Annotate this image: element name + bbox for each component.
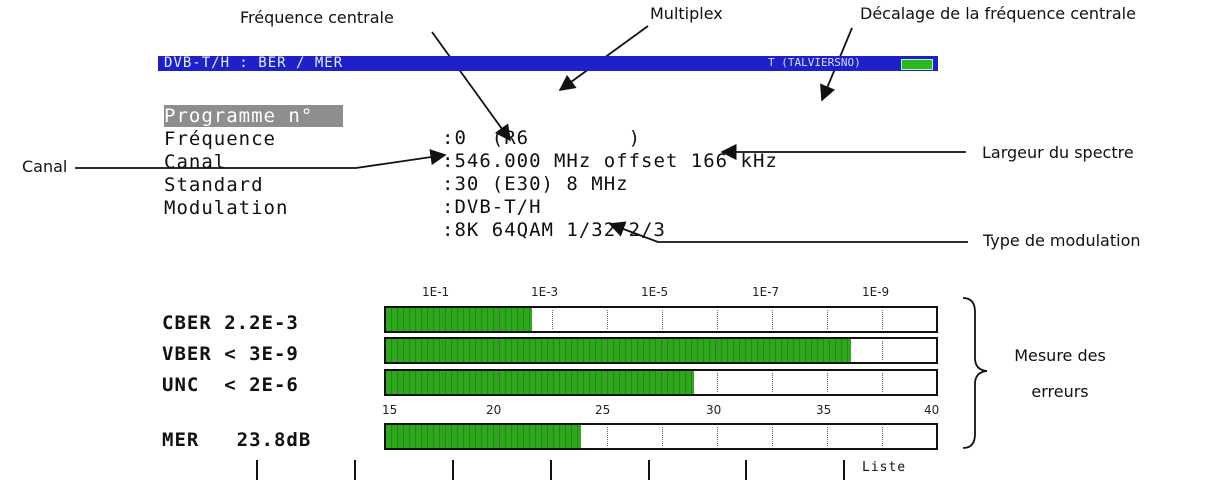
bar-tick — [552, 373, 554, 392]
bar-tick — [827, 373, 829, 392]
ber-scale-1e-1: 1E-1 — [422, 285, 450, 299]
bar-tick — [442, 373, 444, 392]
field-canal[interactable]: Canal :30 (E30) 8 MHz — [158, 129, 628, 195]
ber-scale-1e-7: 1E-7 — [752, 285, 780, 299]
bar-tick — [772, 427, 774, 446]
bar-tick — [497, 310, 499, 329]
bar-tick — [662, 310, 664, 329]
field-label: Modulation — [164, 197, 289, 219]
label-frequence-centrale: Fréquence centrale — [240, 8, 394, 27]
bar-tick — [827, 310, 829, 329]
ber-scale-1e-5: 1E-5 — [641, 285, 669, 299]
mer-scale-15: 15 — [382, 403, 398, 417]
unc-bar — [384, 369, 938, 396]
softkey-separator — [843, 460, 845, 480]
bar-tick — [552, 427, 554, 446]
mer-label: MER 23.8dB — [162, 429, 312, 451]
unc-bar-fill — [386, 371, 694, 394]
cber-label: CBER 2.2E-3 — [162, 312, 299, 334]
bar-tick — [662, 341, 664, 360]
bar-tick — [442, 427, 444, 446]
brace-mesure — [962, 297, 988, 449]
bar-tick — [552, 341, 554, 360]
bar-tick — [552, 310, 554, 329]
mer-scale-20: 20 — [486, 403, 502, 417]
field-standard[interactable]: Standard :DVB-T/H — [158, 152, 541, 218]
cber-bar-fill — [386, 308, 532, 331]
arrow-canal — [75, 149, 447, 169]
mer-bar — [384, 423, 938, 450]
bar-tick — [717, 310, 719, 329]
cber-bar — [384, 306, 938, 333]
field-value: :546.000 MHz offset 166 kHz — [442, 150, 778, 172]
bar-tick — [607, 341, 609, 360]
bar-tick — [497, 427, 499, 446]
unc-label: UNC < 2E-6 — [162, 374, 299, 396]
label-multiplex: Multiplex — [650, 4, 723, 23]
bar-tick — [497, 341, 499, 360]
mer-scale-30: 30 — [706, 403, 722, 417]
softkey-separator — [256, 460, 258, 480]
bar-tick — [827, 427, 829, 446]
bar-tick — [607, 373, 609, 392]
vber-bar — [384, 337, 938, 364]
bar-tick — [442, 341, 444, 360]
mer-scale-35: 35 — [816, 403, 832, 417]
bar-tick — [882, 427, 884, 446]
bar-tick — [497, 373, 499, 392]
bar-tick — [442, 310, 444, 329]
label-largeur-spectre: Largeur du spectre — [982, 143, 1134, 162]
bar-tick — [827, 341, 829, 360]
screen-header-right: T (TALVIERSNO) — [768, 56, 861, 69]
label-mesure-line2: erreurs — [1031, 382, 1089, 401]
bar-tick — [882, 341, 884, 360]
label-type-modulation: Type de modulation — [983, 231, 1141, 250]
battery-icon — [901, 59, 933, 70]
bar-tick — [662, 427, 664, 446]
label-decalage: Décalage de la fréquence centrale — [860, 4, 1136, 23]
softkey-separator — [745, 460, 747, 480]
softkey-separator — [550, 460, 552, 480]
bar-tick — [717, 341, 719, 360]
softkey-separator — [452, 460, 454, 480]
bar-tick — [772, 373, 774, 392]
bar-tick — [607, 310, 609, 329]
vber-bar-fill — [386, 339, 851, 362]
label-mesure-line1: Mesure des — [1014, 346, 1106, 365]
field-value: :DVB-T/H — [442, 196, 542, 218]
bar-tick — [717, 373, 719, 392]
arrow-frequence-centrale — [431, 31, 511, 142]
field-value: :0 (R6 ) — [442, 127, 642, 149]
mer-scale-25: 25 — [595, 403, 611, 417]
bar-tick — [717, 427, 719, 446]
bar-tick — [772, 310, 774, 329]
softkey-liste[interactable]: Liste — [862, 460, 906, 475]
field-frequence[interactable]: Fréquence :546.000 MHz offset 166 kHz — [158, 106, 777, 172]
screen-title: DVB-T/H : BER / MER — [164, 56, 344, 71]
bar-tick — [662, 373, 664, 392]
softkey-separator — [354, 460, 356, 480]
bar-tick — [772, 341, 774, 360]
vber-label: VBER < 3E-9 — [162, 343, 299, 365]
field-value: :8K 64QAM 1/32 2/3 — [442, 219, 666, 241]
field-programme[interactable]: Programme n° :0 (R6 ) — [158, 83, 640, 149]
ber-scale-1e-9: 1E-9 — [862, 285, 890, 299]
ber-scale-1e-3: 1E-3 — [531, 285, 559, 299]
bar-tick — [882, 373, 884, 392]
bar-tick — [607, 427, 609, 446]
field-modulation[interactable]: Modulation :8K 64QAM 1/32 2/3 — [158, 175, 665, 241]
mer-scale-40: 40 — [924, 403, 940, 417]
softkey-separator — [648, 460, 650, 480]
screen-title-bar: DVB-T/H : BER / MER T (TALVIERSNO) — [158, 56, 938, 71]
bar-tick — [882, 310, 884, 329]
field-value: :30 (E30) 8 MHz — [442, 173, 629, 195]
label-canal: Canal — [22, 157, 68, 176]
